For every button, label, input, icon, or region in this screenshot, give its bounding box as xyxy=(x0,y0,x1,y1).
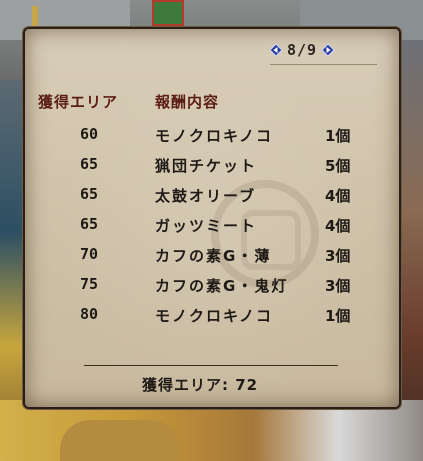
reward-quantity: 1個 xyxy=(325,127,351,145)
prev-page-arrow-icon[interactable] xyxy=(269,43,283,57)
reward-item: モノクロキノコ xyxy=(155,307,273,325)
total-area: 獲得エリア: 72 xyxy=(142,376,259,394)
background-object xyxy=(60,420,180,461)
reward-row: 65 猟団チケット 5個 xyxy=(0,155,423,177)
reward-row: 75 カフの素G・鬼灯 3個 xyxy=(0,275,423,297)
reward-area: 80 xyxy=(80,305,99,323)
reward-item: 太鼓オリーブ xyxy=(155,187,257,205)
reward-row: 65 ガッツミート 4個 xyxy=(0,215,423,237)
reward-item: 猟団チケット xyxy=(155,157,258,175)
reward-area: 75 xyxy=(80,275,99,293)
reward-quantity: 4個 xyxy=(325,187,351,205)
reward-quantity: 4個 xyxy=(325,217,351,235)
reward-quantity: 1個 xyxy=(325,307,351,325)
reward-row: 70 カフの素G・薄 3個 xyxy=(0,245,423,267)
reward-area: 70 xyxy=(80,245,99,263)
reward-item: モノクロキノコ xyxy=(155,127,273,145)
footer-divider xyxy=(84,365,338,366)
reward-area: 65 xyxy=(80,215,99,233)
reward-row: 80 モノクロキノコ 1個 xyxy=(0,305,423,327)
reward-area: 60 xyxy=(80,125,99,143)
reward-item: カフの素G・薄 xyxy=(155,247,272,265)
reward-row: 60 モノクロキノコ 1個 xyxy=(0,125,423,147)
background-crate xyxy=(152,0,184,26)
column-header-reward: 報酬内容 xyxy=(155,93,220,111)
reward-item: ガッツミート xyxy=(155,217,258,235)
reward-quantity: 5個 xyxy=(325,157,351,175)
reward-row: 65 太鼓オリーブ 4個 xyxy=(0,185,423,207)
reward-item: カフの素G・鬼灯 xyxy=(155,277,289,295)
page-pager: 8/9 xyxy=(269,40,335,60)
reward-quantity: 3個 xyxy=(325,277,351,295)
page-indicator: 8/9 xyxy=(287,41,318,59)
next-page-arrow-icon[interactable] xyxy=(321,43,335,57)
reward-area: 65 xyxy=(80,185,99,203)
pager-underline xyxy=(270,64,377,65)
column-header-area: 獲得エリア xyxy=(38,93,119,111)
reward-area: 65 xyxy=(80,155,99,173)
reward-quantity: 3個 xyxy=(325,247,351,265)
